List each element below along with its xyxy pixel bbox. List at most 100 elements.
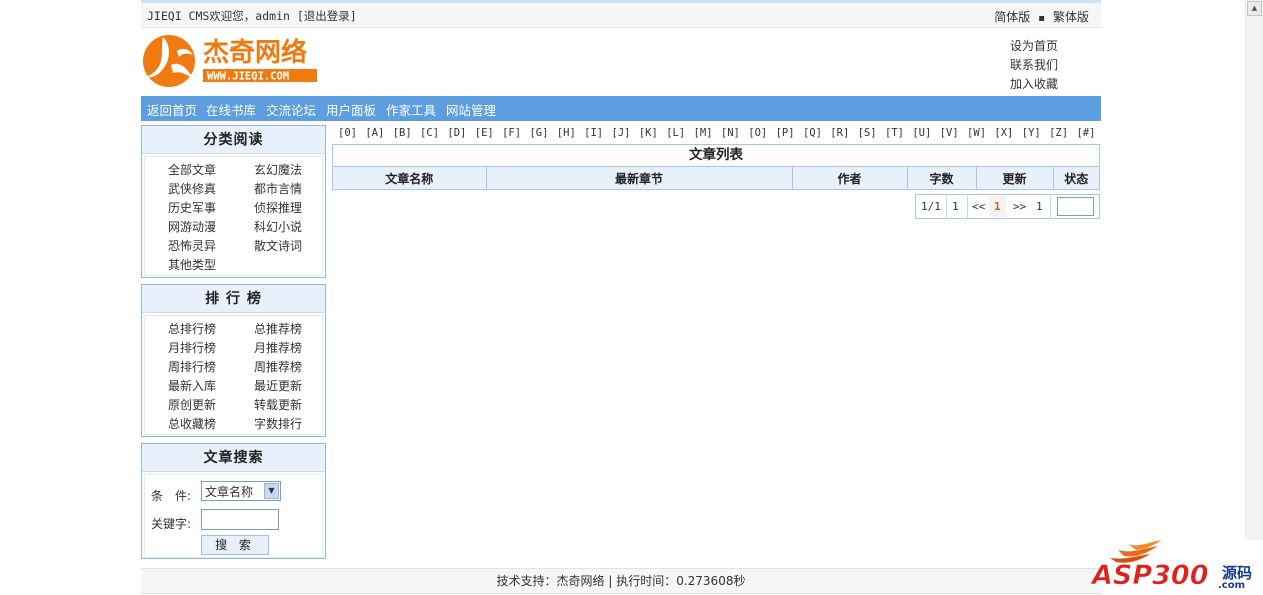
category-box-title: 分类阅读 — [142, 126, 325, 154]
article-table: 文章名称 最新章节 作者 字数 更新 状态 — [333, 167, 1099, 189]
contact-us-link[interactable]: 联系我们 — [1010, 58, 1058, 72]
svg-text:.com: .com — [1218, 580, 1245, 590]
svg-text:ASP300: ASP300 — [1090, 560, 1209, 590]
letter-link[interactable]: [0] — [338, 127, 357, 139]
column-header-status: 状态 — [1052, 167, 1099, 189]
column-header-updated: 更新 — [975, 167, 1053, 189]
asp300-watermark: ASP300 源码 .com — [1088, 540, 1258, 591]
letter-link[interactable]: [A] — [365, 127, 384, 139]
letter-link[interactable]: [L] — [666, 127, 685, 139]
last-page-link[interactable]: 1 — [1036, 200, 1043, 213]
add-favorite-link[interactable]: 加入收藏 — [1010, 77, 1058, 91]
rank-link[interactable]: 转载更新 — [254, 396, 302, 413]
chevron-down-icon[interactable]: ▼ — [264, 483, 279, 499]
rank-link[interactable]: 月推荐榜 — [254, 339, 302, 356]
keyword-input[interactable] — [201, 509, 279, 530]
page-of-total: 1/1 — [921, 200, 941, 213]
category-link[interactable]: 侦探推理 — [254, 199, 302, 216]
letter-link[interactable]: [Z] — [1049, 127, 1068, 139]
welcome-message: JIEQI CMS欢迎您，admin — [147, 9, 297, 23]
next-page-link[interactable]: >> — [1013, 200, 1026, 213]
letter-link[interactable]: [U] — [912, 127, 931, 139]
welcome-text: JIEQI CMS欢迎您，admin [退出登录] — [147, 8, 357, 24]
rank-link[interactable]: 字数排行 — [254, 415, 302, 432]
category-link[interactable]: 全部文章 — [168, 161, 216, 178]
pagination: 1/1 1 << 1 >> 1 — [915, 194, 1100, 219]
letter-link[interactable]: [J] — [612, 127, 631, 139]
letter-link[interactable]: [C] — [420, 127, 439, 139]
condition-select[interactable]: 文章名称 ▼ — [201, 481, 281, 501]
rank-link[interactable]: 周排行榜 — [168, 358, 216, 375]
category-link[interactable]: 历史军事 — [168, 199, 216, 216]
letter-link[interactable]: [Q] — [803, 127, 822, 139]
svg-text:WWW.JIEQI.COM: WWW.JIEQI.COM — [207, 71, 289, 83]
rank-link[interactable]: 周推荐榜 — [254, 358, 302, 375]
category-link[interactable]: 都市言情 — [254, 180, 302, 197]
letter-link[interactable]: [V] — [940, 127, 959, 139]
rank-link[interactable]: 月排行榜 — [168, 339, 216, 356]
category-link[interactable]: 其他类型 — [168, 256, 216, 273]
letter-link[interactable]: [R] — [830, 127, 849, 139]
letter-link[interactable]: [P] — [776, 127, 795, 139]
category-link[interactable]: 恐怖灵异 — [168, 237, 216, 254]
letter-link[interactable]: [#] — [1076, 127, 1095, 139]
logout-link[interactable]: [退出登录] — [297, 9, 357, 23]
letter-link[interactable]: [F] — [502, 127, 521, 139]
category-list: 全部文章 玄幻魔法 武侠修真 都市言情 历史军事 侦探推理 网游动漫 科幻小说 恐怖灵异… — [144, 156, 323, 276]
letter-link[interactable]: [I] — [584, 127, 603, 139]
current-page: 1 — [994, 200, 1001, 213]
first-page-link[interactable]: 1 — [952, 200, 959, 213]
flame-logo-icon: ASP300 源码 .com — [1090, 540, 1252, 591]
letter-link[interactable]: [O] — [748, 127, 767, 139]
rank-link[interactable]: 总收藏榜 — [168, 415, 216, 432]
letter-link[interactable]: [E] — [475, 127, 494, 139]
rank-link[interactable]: 最新入库 — [168, 377, 216, 394]
search-box: 文章搜索 条 件: 文章名称 ▼ 关键字: 搜 索 — [141, 443, 326, 559]
letter-link[interactable]: [W] — [967, 127, 986, 139]
letter-link[interactable]: [S] — [858, 127, 877, 139]
letter-link[interactable]: [D] — [447, 127, 466, 139]
scroll-up-icon[interactable]: ▲ — [1247, 1, 1262, 16]
rank-box-title: 排 行 榜 — [142, 285, 325, 313]
set-homepage-link[interactable]: 设为首页 — [1010, 39, 1058, 53]
main-nav: 返回首页 在线书库 交流论坛 用户面板 作家工具 网站管理 — [141, 96, 1101, 121]
category-link[interactable]: 散文诗词 — [254, 237, 302, 254]
category-link[interactable]: 玄幻魔法 — [254, 161, 302, 178]
nav-item-home[interactable]: 返回首页 — [147, 100, 197, 119]
search-form: 条 件: 文章名称 ▼ 关键字: 搜 索 — [144, 474, 323, 558]
rank-link[interactable]: 总排行榜 — [168, 320, 216, 337]
page-jump-input[interactable] — [1057, 197, 1094, 216]
letter-link[interactable]: [G] — [529, 127, 548, 139]
rank-link[interactable]: 最近更新 — [254, 377, 302, 394]
category-box: 分类阅读 全部文章 玄幻魔法 武侠修真 都市言情 历史军事 侦探推理 网游动漫 科幻小说… — [141, 125, 326, 278]
rank-box: 排 行 榜 总排行榜 总推荐榜 月排行榜 月推荐榜 周排行榜 周推荐榜 最新入库 最近更… — [141, 284, 326, 437]
letter-link[interactable]: [K] — [639, 127, 658, 139]
prev-page-link[interactable]: << — [972, 200, 985, 213]
search-button[interactable]: 搜 索 — [201, 535, 269, 555]
letter-link[interactable]: [T] — [885, 127, 904, 139]
letter-link[interactable]: [Y] — [1022, 127, 1041, 139]
traditional-chinese-link[interactable]: 繁体版 — [1053, 10, 1089, 24]
category-link[interactable]: 武侠修真 — [168, 180, 216, 197]
site-logo[interactable]: 杰奇网络 WWW.JIEQI.COM — [141, 31, 321, 89]
language-switch: 简体版 ▪ 繁体版 — [994, 8, 1089, 25]
simplified-chinese-link[interactable]: 简体版 — [994, 10, 1030, 24]
nav-item-user-panel[interactable]: 用户面板 — [326, 100, 376, 119]
nav-item-library[interactable]: 在线书库 — [206, 100, 256, 119]
condition-selected-value: 文章名称 — [205, 485, 254, 499]
rank-link[interactable]: 总推荐榜 — [254, 320, 302, 337]
letter-link[interactable]: [X] — [994, 127, 1013, 139]
letter-link[interactable]: [M] — [694, 127, 713, 139]
letter-link[interactable]: [N] — [721, 127, 740, 139]
table-header-row: 文章名称 最新章节 作者 字数 更新 状态 — [333, 167, 1099, 189]
rank-link[interactable]: 原创更新 — [168, 396, 216, 413]
rank-list: 总排行榜 总推荐榜 月排行榜 月推荐榜 周排行榜 周推荐榜 最新入库 最近更新 原创更新… — [144, 315, 323, 435]
vertical-scrollbar[interactable]: ▲ — [1245, 0, 1263, 540]
category-link[interactable]: 科幻小说 — [254, 218, 302, 235]
letter-link[interactable]: [H] — [557, 127, 576, 139]
category-link[interactable]: 网游动漫 — [168, 218, 216, 235]
nav-item-author-tools[interactable]: 作家工具 — [386, 100, 436, 119]
nav-item-forum[interactable]: 交流论坛 — [266, 100, 316, 119]
letter-link[interactable]: [B] — [393, 127, 412, 139]
nav-item-site-admin[interactable]: 网站管理 — [446, 100, 496, 119]
